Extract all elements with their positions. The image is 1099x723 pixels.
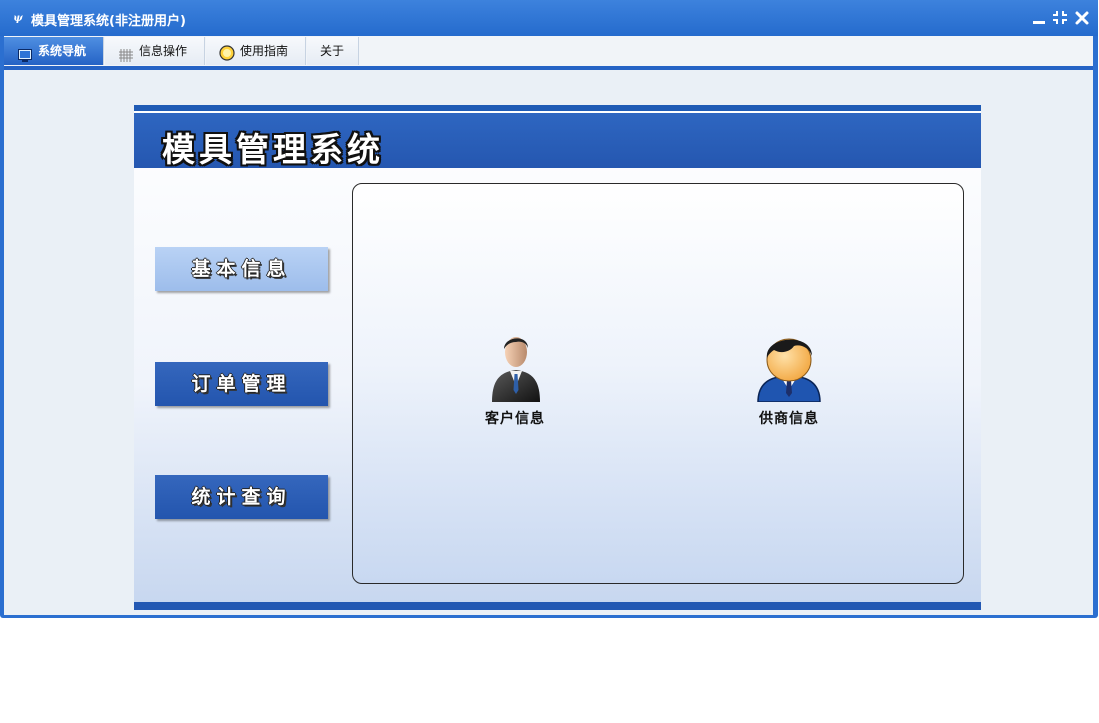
banner: 模具管理系统 — [134, 113, 981, 169]
tab-user-guide[interactable]: 使用指南 — [206, 37, 306, 65]
grid-icon — [119, 44, 133, 62]
tab-label: 信息操作 — [139, 44, 188, 58]
nav-button-order-management[interactable]: 订单管理 — [155, 362, 328, 406]
tab-label: 使用指南 — [240, 44, 289, 58]
title-bar[interactable]: ψ 模具管理系统(非注册用户) — [0, 0, 1098, 36]
minimize-icon[interactable] — [1031, 9, 1047, 27]
app-logo-icon: ψ — [13, 13, 23, 24]
tile-label: 供商信息 — [759, 411, 819, 427]
close-icon[interactable] — [1074, 9, 1090, 27]
banner-title: 模具管理系统 — [162, 130, 384, 169]
nav-button-label: 统计查询 — [191, 486, 292, 508]
tab-system-navigation[interactable]: 系统导航 — [4, 37, 104, 65]
tile-customer-info[interactable]: 客户信息 — [460, 330, 570, 440]
tab-info-operations[interactable]: 信息操作 — [105, 37, 205, 65]
tab-label: 关于 — [320, 44, 345, 58]
panel-top-border — [134, 105, 981, 111]
content-area: 模具管理系统 基本信息 订单管理 统计查询 客户信息 供商信息 — [4, 70, 1093, 615]
content-frame: 客户信息 供商信息 — [352, 183, 964, 584]
nav-button-basic-info[interactable]: 基本信息 — [155, 247, 328, 291]
tab-label: 系统导航 — [38, 44, 87, 58]
main-panel: 模具管理系统 基本信息 订单管理 统计查询 客户信息 供商信息 — [134, 105, 981, 610]
tab-about[interactable]: 关于 — [307, 37, 359, 65]
nav-button-statistics-query[interactable]: 统计查询 — [155, 475, 328, 519]
tile-label: 客户信息 — [485, 411, 545, 427]
nav-button-label: 订单管理 — [191, 373, 292, 395]
person-avatar-icon — [754, 330, 824, 403]
nav-button-label: 基本信息 — [191, 258, 292, 280]
businessman-icon — [486, 330, 546, 402]
monitor-icon — [18, 44, 32, 62]
tile-supplier-info[interactable]: 供商信息 — [734, 330, 844, 440]
window-title: 模具管理系统(非注册用户) — [31, 14, 186, 29]
restore-icon[interactable] — [1052, 9, 1068, 27]
menu-bar: 系统导航 信息操作 使用指南 关于 — [4, 36, 1093, 70]
panel-bottom-border — [134, 602, 981, 610]
help-circle-icon — [219, 43, 235, 61]
app-window: ψ 模具管理系统(非注册用户) 系统导航 信息操作 使用指南 关于 模具管理系统… — [0, 0, 1098, 618]
